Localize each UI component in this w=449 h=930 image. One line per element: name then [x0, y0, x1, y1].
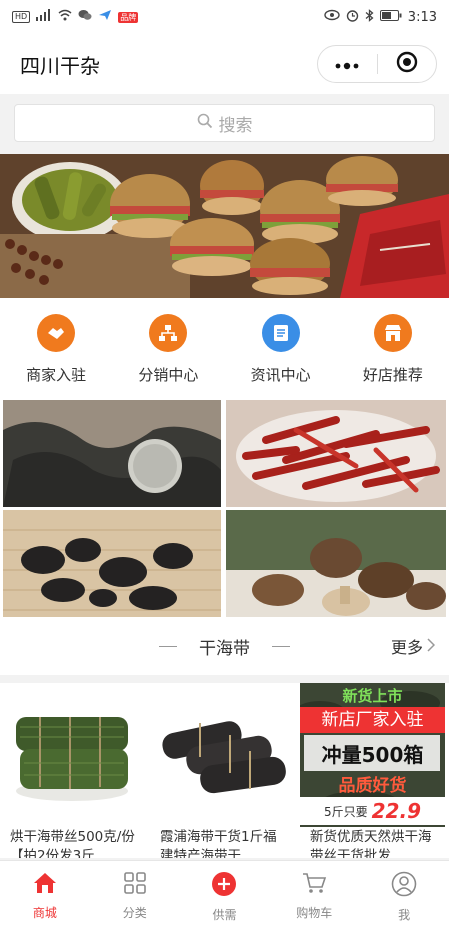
promo-banner[interactable] [0, 154, 449, 298]
plane-icon [98, 9, 112, 25]
more-label: 更多 [390, 638, 423, 657]
hd-badge: HD [12, 11, 31, 23]
tab-bar: 商城 分类 供需 购物车 我 [0, 860, 449, 930]
product-name: 新货优质天然烘干海带丝干货批发… [310, 829, 432, 858]
more-dots-icon [334, 55, 360, 74]
home-icon [32, 871, 58, 899]
status-right: 3:13 [324, 8, 437, 26]
tab-mall[interactable]: 商城 [0, 861, 90, 930]
more-link[interactable]: 更多 [390, 634, 436, 658]
tab-label: 供需 [212, 908, 237, 922]
clock-time: 3:13 [407, 9, 437, 25]
ad-line-3: 品质好货 [338, 776, 407, 796]
signal-icon [36, 9, 52, 25]
product-ad-image: 新货上市 新店厂家入驻 冲量500箱 品质好货 5斤只要 22.9 [300, 683, 445, 827]
banner-image [0, 154, 449, 298]
ad-price: 22.9 [371, 799, 421, 823]
document-icon [261, 314, 300, 352]
photo-tile-chili[interactable] [226, 400, 446, 507]
wifi-icon [58, 9, 72, 25]
status-bar: HD 品牌 3:13 [0, 0, 449, 34]
more-button[interactable] [318, 46, 377, 82]
ad-price-row: 5斤只要 22.9 [300, 797, 445, 825]
quick-nav: 商家入驻 分销中心 资讯中心 好店推荐 [0, 298, 449, 400]
battery-icon [379, 9, 402, 25]
shiitake-mushroom-image [226, 510, 446, 617]
wechat-icon [78, 9, 92, 25]
nav-bar: 四川干杂 [0, 34, 449, 94]
quick-nav-label: 资讯中心 [250, 366, 311, 384]
kelp-coin-image [3, 400, 221, 507]
tab-supply-demand[interactable]: 供需 [180, 861, 270, 930]
quick-nav-shop-recommend[interactable]: 好店推荐 [337, 298, 449, 400]
search-icon [197, 113, 213, 134]
product-list: 烘干海带丝500克/份【拍2份发3斤… 霞浦海带干货1斤福建特产海带干… 新货上… [0, 683, 449, 858]
status-left: HD 品牌 [12, 9, 139, 25]
ad-top-text: 新货上市 [342, 687, 403, 705]
product-card[interactable]: 烘干海带丝500克/份【拍2份发3斤… [0, 683, 145, 858]
section-header: 干海带 更多 [0, 617, 449, 675]
mini-program-capsule [317, 45, 437, 83]
cart-icon [301, 871, 327, 899]
chevron-right-icon [427, 637, 436, 656]
section-dash-left [159, 645, 177, 647]
ad-price-prefix: 5斤只要 [324, 804, 368, 819]
product-image [0, 683, 145, 827]
user-icon [391, 871, 417, 901]
product-image [150, 683, 295, 827]
org-chart-icon [149, 314, 188, 352]
quick-nav-news[interactable]: 资讯中心 [225, 298, 337, 400]
tab-category[interactable]: 分类 [90, 861, 180, 930]
target-circle-icon [396, 51, 418, 77]
black-fungus-image [3, 510, 221, 617]
grid-icon [122, 871, 148, 899]
quick-nav-label: 商家入驻 [26, 366, 87, 384]
ad-line-2: 冲量500箱 [321, 743, 424, 767]
plus-circle-icon [211, 871, 237, 901]
page-title: 四川干杂 [20, 53, 100, 78]
quick-nav-label: 好店推荐 [362, 366, 423, 384]
product-name: 霞浦海带干货1斤福建特产海带干… [160, 829, 277, 858]
photo-tile-kelp-coin[interactable] [3, 400, 221, 507]
dried-chili-image [226, 400, 446, 507]
section-title: 干海带 [199, 638, 250, 659]
search-input[interactable]: 搜索 [14, 104, 435, 142]
section-dash-right [272, 645, 290, 647]
search-placeholder: 搜索 [218, 115, 253, 136]
quick-nav-merchant-join[interactable]: 商家入驻 [0, 298, 112, 400]
category-photo-grid [0, 400, 449, 617]
quick-nav-distribution[interactable]: 分销中心 [112, 298, 224, 400]
photo-tile-fungus[interactable] [3, 510, 221, 617]
tab-label: 商城 [32, 906, 57, 920]
alarm-icon [346, 9, 359, 26]
product-name: 烘干海带丝500克/份【拍2份发3斤… [10, 829, 135, 858]
tab-label: 我 [398, 908, 411, 922]
tab-label: 分类 [122, 906, 147, 920]
handshake-icon [37, 314, 76, 352]
tab-cart[interactable]: 购物车 [269, 861, 359, 930]
ad-line-1: 新店厂家入驻 [300, 707, 445, 733]
tab-label: 购物车 [296, 906, 333, 920]
product-card[interactable]: 霞浦海带干货1斤福建特产海带干… [150, 683, 295, 858]
product-card[interactable]: 新货上市 新店厂家入驻 冲量500箱 品质好货 5斤只要 22.9 新货优质天然… [300, 683, 445, 858]
quick-nav-label: 分销中心 [138, 366, 199, 384]
brand-badge: 品牌 [118, 11, 139, 23]
search-area: 搜索 [0, 94, 449, 154]
tab-me[interactable]: 我 [359, 861, 449, 930]
bluetooth-icon [365, 8, 374, 26]
close-mini-program-button[interactable] [378, 46, 437, 82]
app-page: HD 品牌 3:13 四川干杂 搜索 商家入驻 分销中心 资讯中心 好店推荐 干… [0, 0, 449, 930]
eye-icon [324, 9, 340, 25]
shop-icon [373, 314, 412, 352]
photo-tile-mushroom[interactable] [226, 510, 446, 617]
